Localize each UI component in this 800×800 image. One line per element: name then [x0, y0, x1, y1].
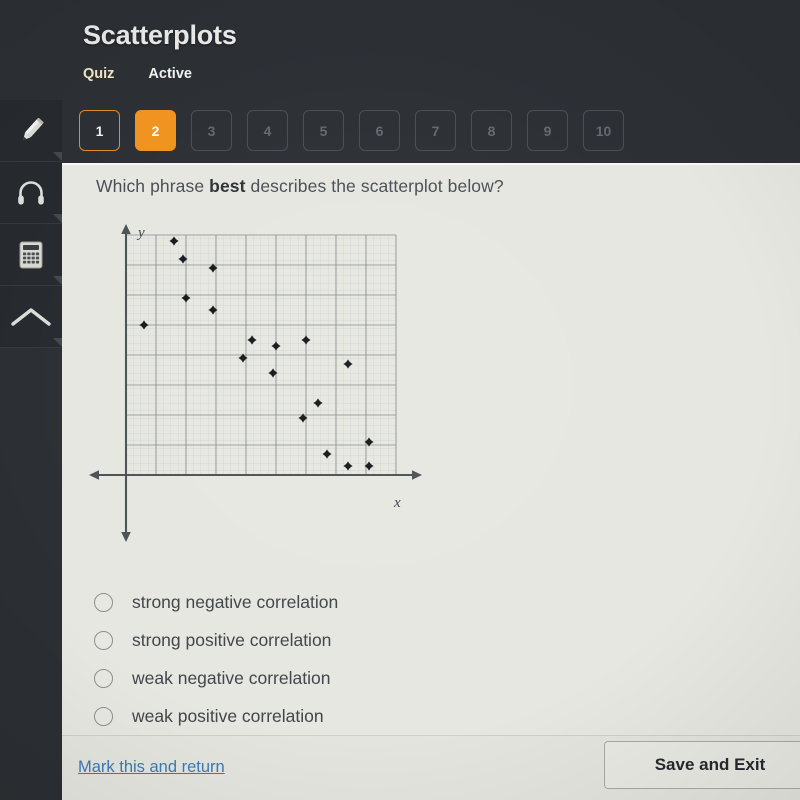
breadcrumb: Quiz Active: [83, 66, 192, 82]
chevron-up-icon: [10, 302, 52, 332]
question-nav-item-10[interactable]: 10: [583, 110, 624, 151]
question-prefix: Which phrase: [96, 176, 210, 196]
page-title: Scatterplots: [83, 20, 237, 50]
question-nav-item-7[interactable]: 7: [415, 110, 456, 151]
question-nav-item-5[interactable]: 5: [303, 110, 344, 151]
choice-label: weak positive correlation: [132, 705, 324, 726]
tool-highlighter[interactable]: [0, 100, 62, 162]
radio-icon[interactable]: [94, 706, 113, 726]
app-header: Scatterplots Quiz Active 1 2 3 4 5 6 7 8 …: [0, 0, 800, 163]
choice-label: strong positive correlation: [132, 629, 332, 650]
choice-strong-positive[interactable]: strong positive correlation: [88, 621, 648, 659]
choice-strong-negative[interactable]: strong negative correlation: [88, 583, 648, 621]
question-emphasis: best: [209, 176, 246, 196]
quiz-label: Quiz: [83, 66, 115, 82]
y-axis-label: y: [136, 225, 145, 241]
question-nav-item-4[interactable]: 4: [247, 110, 288, 151]
answer-choices: strong negative correlation strong posit…: [88, 583, 648, 735]
screen: Scatterplots Quiz Active 1 2 3 4 5 6 7 8 …: [0, 0, 800, 800]
calculator-icon: [15, 239, 47, 271]
choice-label: strong negative correlation: [132, 591, 339, 612]
question-nav: 1 2 3 4 5 6 7 8 9 10: [79, 110, 624, 151]
question-nav-item-2[interactable]: 2: [135, 110, 176, 151]
question-text: Which phrase best describes the scatterp…: [96, 176, 504, 197]
question-panel: Which phrase best describes the scatterp…: [62, 163, 800, 735]
tool-audio[interactable]: [0, 162, 62, 224]
mark-this-and-return-link[interactable]: Mark this and return: [78, 758, 225, 777]
question-nav-item-1[interactable]: 1: [79, 110, 120, 151]
question-nav-item-6[interactable]: 6: [359, 110, 400, 151]
x-axis-label: x: [393, 495, 401, 511]
radio-icon[interactable]: [94, 668, 113, 688]
choice-weak-positive[interactable]: weak positive correlation: [88, 697, 648, 735]
radio-icon[interactable]: [94, 592, 113, 612]
radio-icon[interactable]: [94, 630, 113, 650]
tool-calculator[interactable]: [0, 224, 62, 286]
question-nav-item-9[interactable]: 9: [527, 110, 568, 151]
footer-bar: Mark this and return Save and Exit: [62, 735, 800, 800]
scatterplot: y x: [88, 223, 428, 563]
save-and-exit-button[interactable]: Save and Exit: [604, 741, 800, 789]
tool-rail: [0, 100, 62, 348]
pencil-icon: [13, 113, 49, 149]
question-nav-item-8[interactable]: 8: [471, 110, 512, 151]
scatterplot-svg: y x: [89, 224, 422, 542]
question-suffix: describes the scatterplot below?: [245, 176, 504, 196]
tool-collapse[interactable]: [0, 286, 62, 348]
choice-label: weak negative correlation: [132, 667, 331, 688]
question-nav-item-3[interactable]: 3: [191, 110, 232, 151]
headphones-icon: [13, 175, 49, 211]
status-badge: Active: [148, 66, 192, 82]
choice-weak-negative[interactable]: weak negative correlation: [88, 659, 648, 697]
